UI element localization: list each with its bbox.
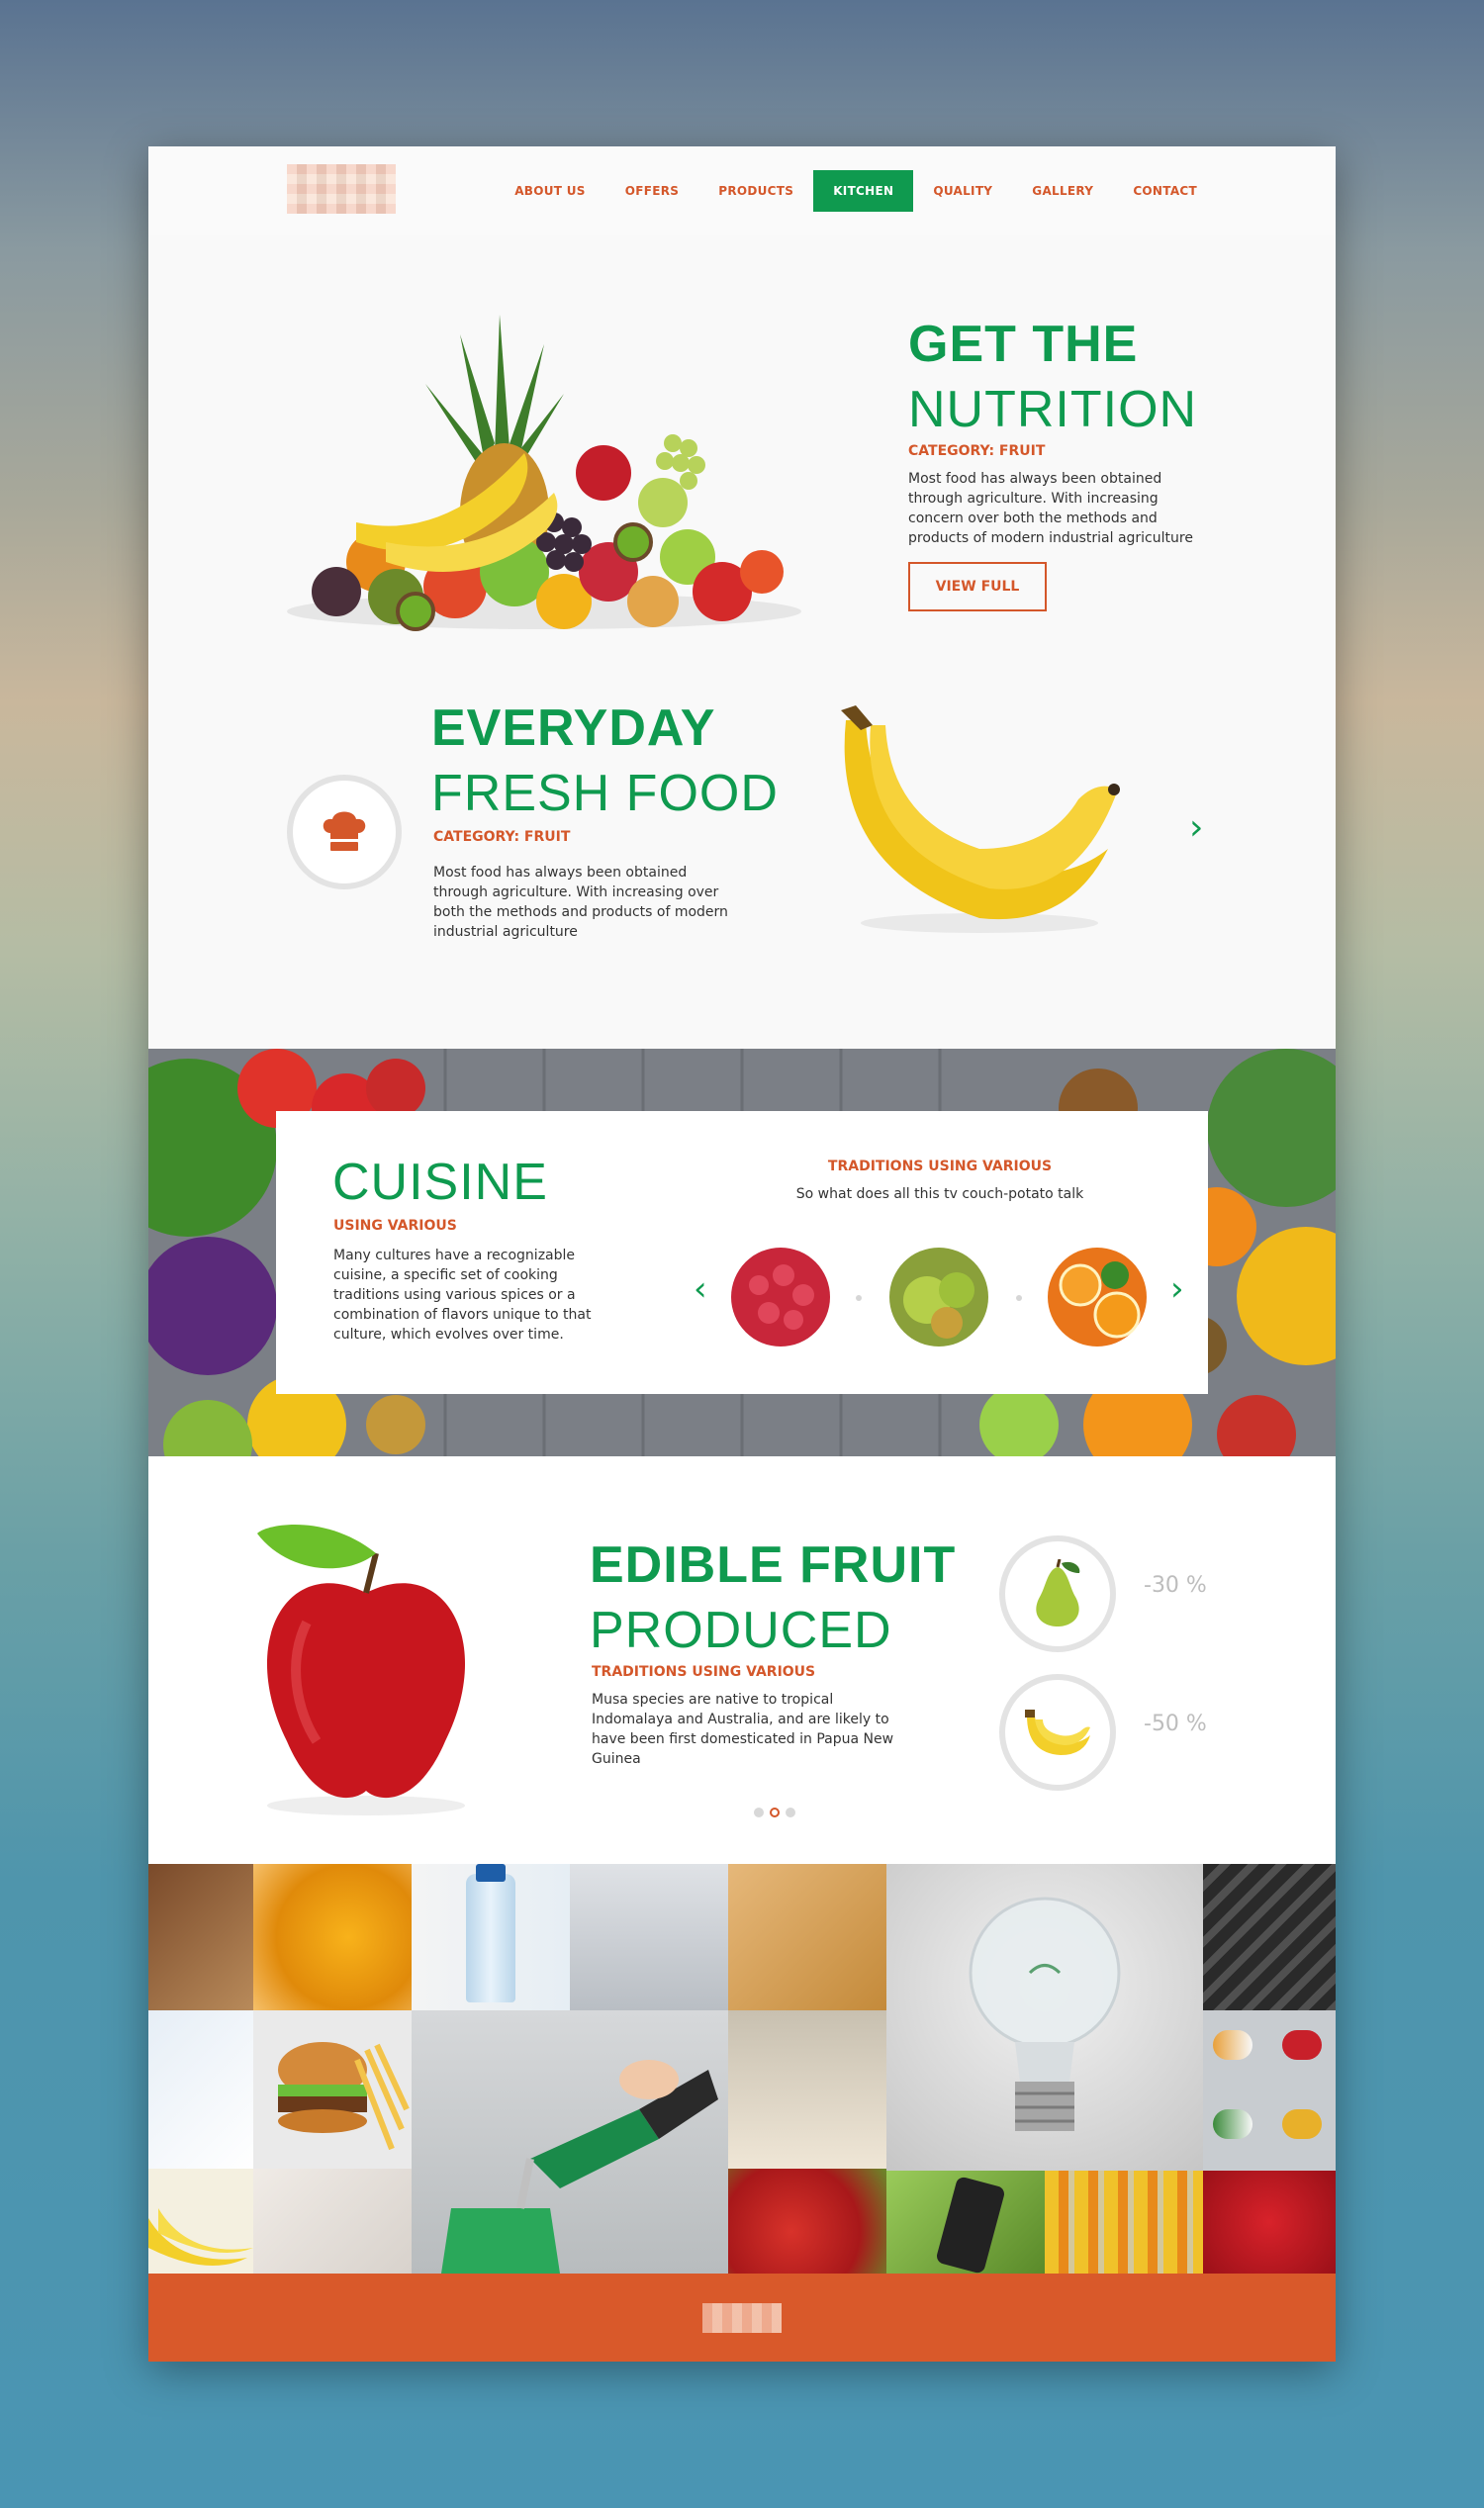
nav-item-products[interactable]: PRODUCTS [698, 170, 813, 212]
hero1-text: Most food has always been obtained throu… [908, 471, 1193, 546]
stove-photo[interactable] [570, 1864, 728, 2010]
hero2-subtitle: FRESH FOOD [431, 765, 779, 822]
bottle-shape [466, 1874, 515, 2002]
fruit-pile-image [287, 315, 801, 631]
page: ABOUT US OFFERS PRODUCTS KITCHEN QUALITY… [148, 146, 1336, 2362]
banana-stat: -50 % [1144, 1712, 1207, 1736]
fuel-nozzle-photo[interactable] [412, 2010, 728, 2274]
pager-dot-3[interactable] [786, 1808, 795, 1817]
footer [148, 2274, 1336, 2362]
hero-next-arrow[interactable]: › [1189, 807, 1203, 848]
hero2-category: CATEGORY: FRUIT [433, 829, 571, 845]
pager-dot-2-active[interactable] [770, 1808, 780, 1817]
pear-circle [999, 1535, 1116, 1652]
apple-image [257, 1525, 466, 1815]
edible-pager [754, 1808, 795, 1817]
cuisine-title: CUISINE [332, 1154, 548, 1211]
nav-item-gallery[interactable]: GALLERY [1012, 170, 1113, 212]
tire-photo[interactable] [1203, 1864, 1336, 2010]
edible-text: Musa species are native to tropical Indo… [592, 1692, 894, 1767]
traditions-text: So what does all this tv couch-potato ta… [795, 1186, 1084, 1202]
pear-icon [1036, 1559, 1080, 1626]
edible-fruit-section: EDIBLE FRUIT PRODUCED TRADITIONS USING V… [148, 1456, 1336, 1864]
phone-shape [935, 2176, 1006, 2274]
pasta-photo[interactable] [728, 1864, 886, 2010]
tomatoes-photo[interactable] [728, 2169, 886, 2274]
hero2-title: EVERYDAY [431, 699, 716, 757]
cherries-photo[interactable] [1203, 2171, 1336, 2274]
pill [1213, 2030, 1252, 2060]
oranges-thumb[interactable] [1046, 1246, 1149, 1348]
logo[interactable] [287, 164, 396, 214]
pill [1282, 2109, 1322, 2139]
pills-photo[interactable] [1203, 2010, 1336, 2171]
yogurt-photo[interactable] [148, 2010, 253, 2169]
carousel-dot [856, 1295, 862, 1301]
nav-item-offers[interactable]: OFFERS [605, 170, 698, 212]
banana-image [841, 705, 1120, 933]
bananas-icon [148, 2208, 253, 2266]
photo-gallery [148, 1864, 1336, 2274]
nav-item-contact[interactable]: CONTACT [1113, 170, 1217, 212]
pager-dot-1[interactable] [754, 1808, 764, 1817]
pill [1213, 2109, 1252, 2139]
chef-hat-circle [287, 775, 402, 889]
hero1-title: GET THE [908, 316, 1139, 373]
banana-circle [999, 1674, 1116, 1791]
nav-item-quality[interactable]: QUALITY [913, 170, 1012, 212]
traditions-panel: TRADITIONS USING VARIOUS So what does al… [672, 1111, 1208, 1394]
light-bulb-icon [969, 1897, 1121, 2131]
chef-hat-icon [323, 811, 366, 851]
burger-photo[interactable] [253, 2010, 412, 2169]
light-bulb-photo[interactable] [886, 1864, 1203, 2171]
raspberries-thumb[interactable] [729, 1246, 832, 1348]
footer-logo[interactable] [702, 2303, 782, 2333]
traditions-label: TRADITIONS USING VARIOUS [827, 1159, 1053, 1174]
water-bottle-photo[interactable] [412, 1864, 570, 2010]
orange-slices-photo[interactable] [253, 1864, 412, 2010]
nav-item-about[interactable]: ABOUT US [495, 170, 605, 212]
header: ABOUT US OFFERS PRODUCTS KITCHEN QUALITY… [148, 146, 1336, 235]
carousel-prev-arrow[interactable]: ‹ [694, 1269, 707, 1309]
cuisine-band: CUISINE USING VARIOUS Many cultures have… [148, 1049, 1336, 1456]
hero1-category: CATEGORY: FRUIT [908, 443, 1046, 459]
view-full-button[interactable]: VIEW FULL [908, 562, 1047, 611]
bottle-cap [476, 1864, 506, 1882]
carousel-next-arrow[interactable]: › [1170, 1269, 1184, 1309]
phone-photo[interactable] [886, 2171, 1045, 2274]
cuisine-card: CUISINE USING VARIOUS Many cultures have… [276, 1111, 1208, 1394]
edible-subtitle: PRODUCED [590, 1602, 892, 1659]
hero1-subtitle: NUTRITION [908, 381, 1198, 438]
fuel-nozzle-icon [441, 2060, 718, 2274]
edible-title: EDIBLE FRUIT [590, 1536, 957, 1594]
bread-photo[interactable] [148, 1864, 253, 2010]
bananas-photo[interactable] [148, 2169, 253, 2274]
cuisine-text: Many cultures have a recognizable cuisin… [333, 1248, 592, 1343]
nav-item-kitchen[interactable]: KITCHEN [813, 170, 914, 212]
cuisine-subtitle: USING VARIOUS [333, 1218, 457, 1234]
pill [1282, 2030, 1322, 2060]
pillows-photo[interactable] [253, 2169, 412, 2274]
juice-bottles-photo[interactable] [1045, 2171, 1203, 2274]
pear-stat: -30 % [1144, 1573, 1207, 1598]
grocery-bag-photo[interactable] [728, 2010, 886, 2169]
limes-thumb[interactable] [887, 1246, 990, 1348]
burger-icon [278, 2042, 410, 2151]
banana-icon [1025, 1710, 1090, 1755]
main-nav: ABOUT US OFFERS PRODUCTS KITCHEN QUALITY… [495, 170, 1217, 212]
carousel-dot [1016, 1295, 1022, 1301]
hero2-text: Most food has always been obtained throu… [433, 865, 728, 940]
edible-category: TRADITIONS USING VARIOUS [592, 1664, 816, 1680]
